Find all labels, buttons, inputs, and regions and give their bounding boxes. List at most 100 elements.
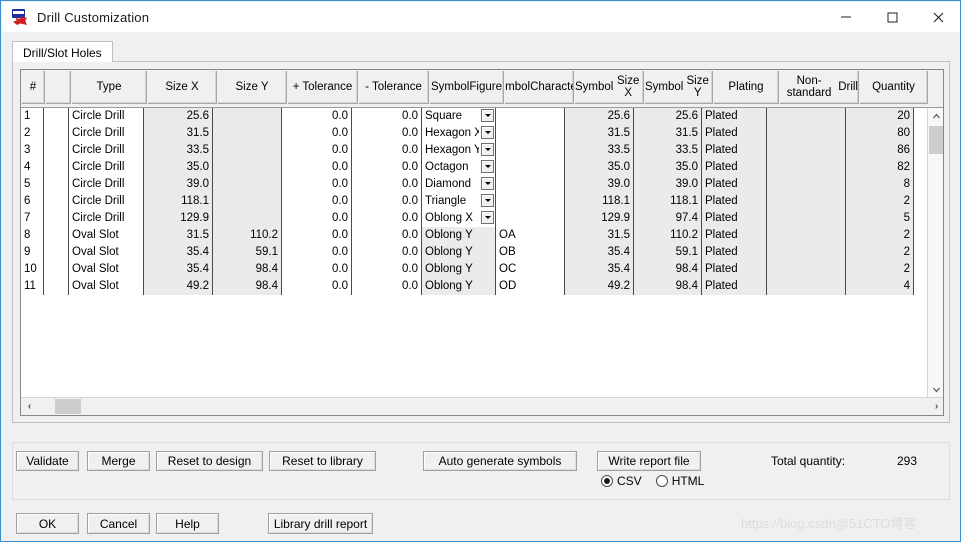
cell-qty[interactable]: 82	[846, 159, 914, 176]
close-button[interactable]	[915, 2, 960, 32]
merge-button[interactable]: Merge	[87, 451, 150, 471]
cell-sel[interactable]	[44, 108, 69, 125]
table-row[interactable]: 2 Circle Drill 31.5 0.0 0.0 Hexagon X 31.5 31.5…	[21, 125, 929, 142]
cell-mtol[interactable]: 0.0	[352, 176, 422, 193]
cell-sizey[interactable]	[213, 159, 282, 176]
cell-qty[interactable]: 2	[846, 193, 914, 210]
cell-symsy[interactable]: 39.0	[634, 176, 702, 193]
cell-ptol[interactable]: 0.0	[282, 244, 352, 261]
cell-mtol[interactable]: 0.0	[352, 125, 422, 142]
cell-sizex[interactable]: 31.5	[144, 227, 213, 244]
horizontal-scrollbar[interactable]: ‹ ›	[21, 397, 943, 415]
cell-mtol[interactable]: 0.0	[352, 108, 422, 125]
cell-mtol[interactable]: 0.0	[352, 210, 422, 227]
column-header-symsy[interactable]: Symbol Size Y	[645, 71, 713, 104]
cell-ptol[interactable]: 0.0	[282, 176, 352, 193]
cell-type[interactable]: Oval Slot	[69, 244, 144, 261]
cell-sizey[interactable]	[213, 125, 282, 142]
cell-symchar[interactable]	[496, 142, 565, 159]
library-drill-report-button[interactable]: Library drill report	[268, 513, 373, 534]
cell-symsy[interactable]: 98.4	[634, 261, 702, 278]
cell-symsy[interactable]: 110.2	[634, 227, 702, 244]
reset-to-library-button[interactable]: Reset to library	[269, 451, 376, 471]
cell-symsy[interactable]: 35.0	[634, 159, 702, 176]
vertical-scroll-thumb[interactable]	[929, 126, 943, 154]
cell-symchar[interactable]: OB	[496, 244, 565, 261]
cell-type[interactable]: Circle Drill	[69, 176, 144, 193]
cell-qty[interactable]: 86	[846, 142, 914, 159]
cell-qty[interactable]: 2	[846, 261, 914, 278]
scroll-right-icon[interactable]: ›	[928, 398, 943, 415]
cell-type[interactable]: Oval Slot	[69, 227, 144, 244]
cell-nonstd[interactable]	[767, 176, 846, 193]
cell-type[interactable]: Circle Drill	[69, 159, 144, 176]
cell-plating[interactable]: Plated	[702, 210, 767, 227]
cell-plating[interactable]: Plated	[702, 261, 767, 278]
cell-sizex[interactable]: 118.1	[144, 193, 213, 210]
cell-symfig[interactable]: Triangle	[422, 193, 496, 210]
cell-qty[interactable]: 80	[846, 125, 914, 142]
cell-nonstd[interactable]	[767, 227, 846, 244]
cell-sizex[interactable]: 33.5	[144, 142, 213, 159]
cell-plating[interactable]: Plated	[702, 125, 767, 142]
cell-ptol[interactable]: 0.0	[282, 210, 352, 227]
cell-num[interactable]: 11	[21, 278, 44, 295]
table-row[interactable]: 8 Oval Slot 31.5 110.2 0.0 0.0 Oblong Y OA 31.5 1…	[21, 227, 929, 244]
table-row[interactable]: 9 Oval Slot 35.4 59.1 0.0 0.0 Oblong Y OB 35.4 59…	[21, 244, 929, 261]
column-header-ptol[interactable]: + Tolerance	[288, 71, 358, 104]
cell-ptol[interactable]: 0.0	[282, 261, 352, 278]
radio-html[interactable]: HTML	[655, 474, 704, 488]
cell-sel[interactable]	[44, 261, 69, 278]
cell-num[interactable]: 3	[21, 142, 44, 159]
cell-qty[interactable]: 2	[846, 227, 914, 244]
cell-symsx[interactable]: 25.6	[565, 108, 634, 125]
symbol-figure-dropdown-button[interactable]	[481, 126, 494, 139]
column-header-num[interactable]: #	[22, 71, 45, 104]
cell-nonstd[interactable]	[767, 159, 846, 176]
cell-mtol[interactable]: 0.0	[352, 261, 422, 278]
cell-sizey[interactable]: 98.4	[213, 278, 282, 295]
cell-nonstd[interactable]	[767, 261, 846, 278]
cell-nonstd[interactable]	[767, 193, 846, 210]
cell-symsx[interactable]: 35.4	[565, 261, 634, 278]
cell-symchar[interactable]: OA	[496, 227, 565, 244]
cell-mtol[interactable]: 0.0	[352, 244, 422, 261]
cell-symchar[interactable]	[496, 125, 565, 142]
symbol-figure-dropdown-button[interactable]	[481, 109, 494, 122]
cell-num[interactable]: 8	[21, 227, 44, 244]
cell-ptol[interactable]: 0.0	[282, 142, 352, 159]
cell-symchar[interactable]	[496, 159, 565, 176]
cell-sel[interactable]	[44, 142, 69, 159]
cell-symsx[interactable]: 49.2	[565, 278, 634, 295]
cell-sel[interactable]	[44, 176, 69, 193]
cell-symsy[interactable]: 31.5	[634, 125, 702, 142]
cell-type[interactable]: Circle Drill	[69, 210, 144, 227]
cell-symfig[interactable]: Octagon	[422, 159, 496, 176]
cell-ptol[interactable]: 0.0	[282, 125, 352, 142]
cell-mtol[interactable]: 0.0	[352, 278, 422, 295]
column-header-sizey[interactable]: Size Y	[218, 71, 287, 104]
reset-to-design-button[interactable]: Reset to design	[156, 451, 263, 471]
cell-num[interactable]: 4	[21, 159, 44, 176]
scroll-up-icon[interactable]	[928, 108, 943, 125]
cell-num[interactable]: 6	[21, 193, 44, 210]
cell-type[interactable]: Circle Drill	[69, 193, 144, 210]
table-row[interactable]: 10 Oval Slot 35.4 98.4 0.0 0.0 Oblong Y OC 35.4 9…	[21, 261, 929, 278]
cell-qty[interactable]: 2	[846, 244, 914, 261]
cell-sizey[interactable]: 110.2	[213, 227, 282, 244]
cell-plating[interactable]: Plated	[702, 159, 767, 176]
cell-sizex[interactable]: 35.4	[144, 244, 213, 261]
cell-symfig[interactable]: Oblong Y	[422, 278, 496, 295]
cell-ptol[interactable]: 0.0	[282, 193, 352, 210]
cancel-button[interactable]: Cancel	[87, 513, 150, 534]
cell-symsx[interactable]: 33.5	[565, 142, 634, 159]
cell-symfig[interactable]: Oblong Y	[422, 261, 496, 278]
cell-symchar[interactable]	[496, 176, 565, 193]
symbol-figure-dropdown-button[interactable]	[481, 177, 494, 190]
cell-sizex[interactable]: 35.0	[144, 159, 213, 176]
cell-type[interactable]: Circle Drill	[69, 125, 144, 142]
cell-sizey[interactable]	[213, 108, 282, 125]
cell-symchar[interactable]: OC	[496, 261, 565, 278]
cell-plating[interactable]: Plated	[702, 227, 767, 244]
cell-ptol[interactable]: 0.0	[282, 108, 352, 125]
